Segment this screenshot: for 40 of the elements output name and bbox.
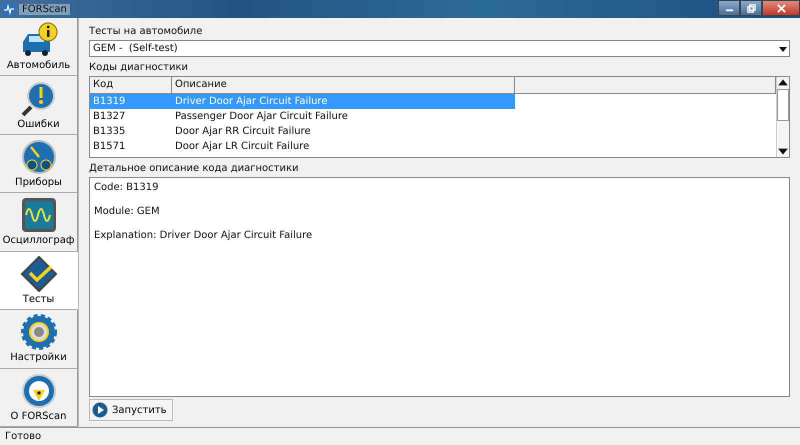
close-button[interactable] (762, 0, 800, 16)
table-row[interactable]: B1335 Door Ajar RR Circuit Failure (90, 124, 776, 139)
table-row[interactable]: B1327 Passenger Door Ajar Circuit Failure (90, 109, 776, 124)
detail-line: Explanation: Driver Door Ajar Circuit Failure (94, 229, 314, 242)
table-cell-text: Door Ajar RR Circuit Failure (174, 125, 312, 139)
app-icon (3, 3, 15, 15)
minimize-button[interactable] (718, 0, 740, 16)
gear-icon (18, 314, 58, 350)
table-cell-text: Door Ajar LR Circuit Failure (174, 140, 310, 154)
restore-icon (746, 4, 756, 12)
table-cell-text: B1327 (92, 110, 126, 124)
sidebar-item[interactable]: Автомобиль (0, 18, 78, 76)
table-cell: Driver Door Ajar Circuit Failure (172, 94, 515, 109)
codes-label: Коды диагностики (89, 61, 190, 75)
maximize-button[interactable] (740, 0, 762, 16)
detail-line: Module: GEM (94, 205, 161, 218)
status-text: Готово (5, 431, 42, 442)
check-diamond-icon (18, 256, 58, 292)
details-label: Детальное описание кода диагностики (89, 162, 300, 176)
scroll-thumb[interactable] (777, 89, 789, 121)
close-icon (776, 4, 786, 12)
tests-label: Тесты на автомобиле (89, 25, 204, 39)
detail-line: Code: B1319 (94, 181, 160, 194)
window-title: FORScan (19, 4, 70, 14)
table-cell: B1319 (90, 94, 172, 109)
test-dropdown[interactable]: GEM - (Self-test) (89, 40, 790, 57)
sidebar-item[interactable]: Ошибки (0, 76, 78, 135)
sidebar-item[interactable]: Тесты (0, 252, 78, 310)
table-cell-text: Passenger Door Ajar Circuit Failure (174, 110, 349, 124)
column-header[interactable]: Описание (172, 77, 515, 93)
sidebar-item[interactable]: Настройки (0, 310, 78, 369)
sidebar-item[interactable]: Осциллограф (0, 193, 78, 252)
table-row[interactable]: B1571 Door Ajar LR Circuit Failure (90, 139, 776, 154)
table-cell-text: B1571 (92, 140, 126, 154)
table-cell-text: B1335 (92, 125, 126, 139)
column-header[interactable]: Код (90, 77, 172, 93)
sidebar-item[interactable]: Приборы (0, 134, 78, 194)
sidebar-item[interactable]: О FORScan (0, 368, 78, 427)
run-button[interactable]: Запустить (89, 399, 173, 421)
play-icon (92, 402, 108, 418)
